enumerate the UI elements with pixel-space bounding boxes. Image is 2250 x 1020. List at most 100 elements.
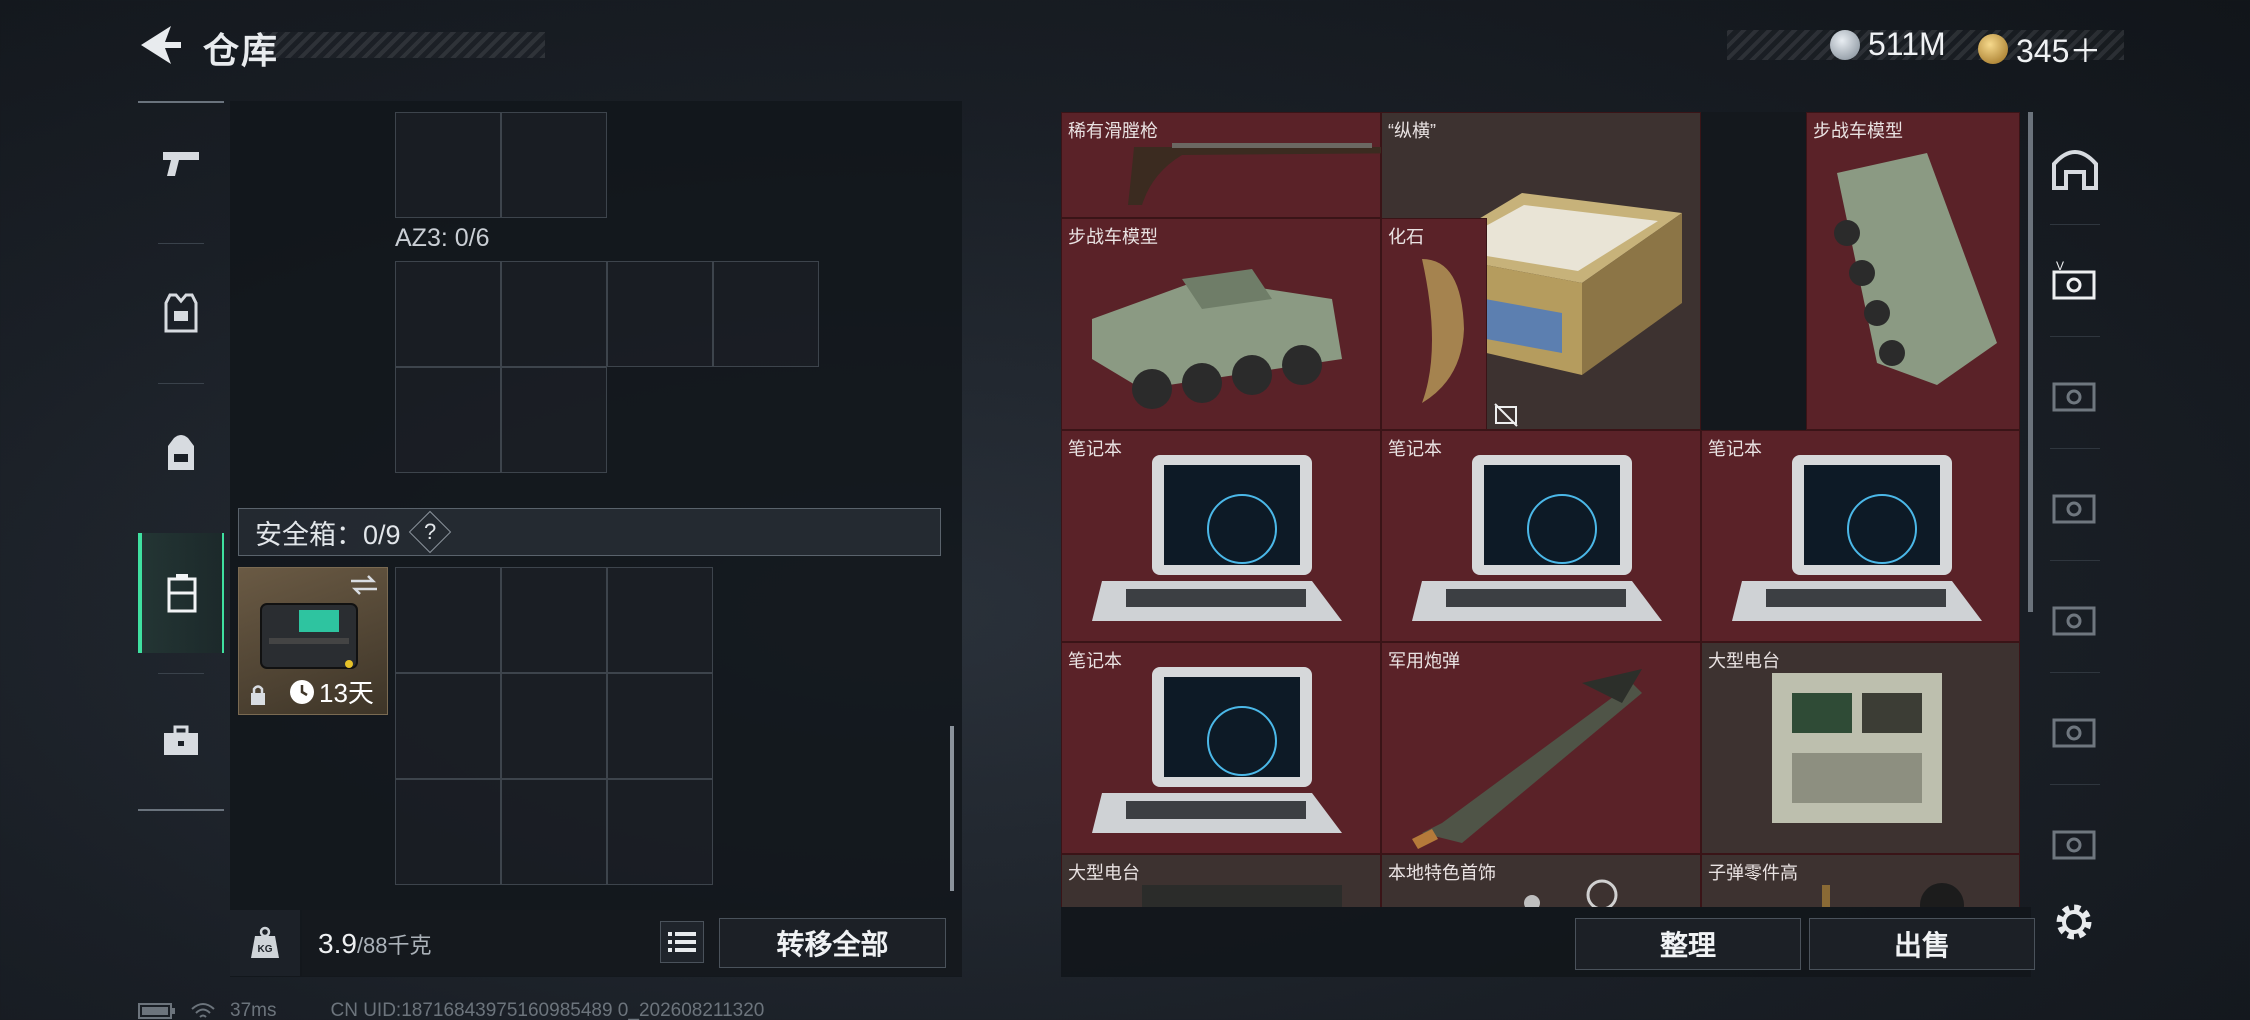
loadout-scrollbar[interactable] [950,726,954,891]
back-button[interactable] [135,22,185,68]
stash-tab-1[interactable]: V [2040,224,2110,336]
ping-value: 37ms [230,1000,277,1020]
help-button[interactable]: ? [408,510,451,554]
safebox-capacity-label: 安全箱：0/9 [255,519,401,550]
safebox-slot[interactable] [395,567,501,673]
stash-item[interactable]: 大型电台 [1701,642,2020,854]
stash-item[interactable]: 子弹零件高 [1701,854,2020,907]
gold-coin-icon [1978,34,2008,64]
clock-icon [290,679,314,704]
az3-slot[interactable] [501,261,607,367]
grid-slot[interactable] [395,112,501,218]
safebox-icon [167,574,197,613]
stash-item[interactable]: 步战车模型 [1806,112,2020,430]
grid-slot[interactable] [501,112,607,218]
currency-gold[interactable]: 345＋ [1978,26,2101,72]
stash-box-icon [2052,606,2096,636]
list-view-button[interactable] [660,921,704,963]
stash-item[interactable]: 大型电台 [1061,854,1381,907]
battery-icon [138,1003,175,1019]
stash-item[interactable]: 稀有滑膛枪 [1061,112,1382,218]
stash-scrollbar[interactable] [2028,112,2033,612]
weight-lock-button[interactable]: KG [230,910,300,976]
safebox-slot[interactable] [607,673,713,779]
settings-button[interactable] [2050,898,2098,946]
weight-icon: KG [251,926,279,958]
fossil-image [1422,259,1464,403]
stash-box-icon [2052,494,2096,524]
az3-slot[interactable] [395,261,501,367]
stash-tab-3[interactable] [2040,448,2110,560]
az3-slot[interactable] [607,261,713,367]
radio-station-image [1772,673,1942,823]
hafcoin-icon [1830,29,1860,60]
rail-item-armor[interactable] [138,253,224,373]
artillery-shell-image [1412,669,1642,849]
gold-coin-value: 345＋ [2016,33,2102,69]
swap-icon[interactable] [349,574,379,596]
stash-tab-4[interactable] [2040,560,2110,672]
status-bar: 37ms CN UID:18716843975160985489 0_20260… [138,1000,764,1020]
stash-grid: 稀有滑膛枪 “纵横” 步战车模型 步战车模型 化石 笔记本 笔记本 笔记本 笔记… [1061,112,2020,907]
stash-item[interactable]: 笔记本 [1061,642,1381,854]
safebox-slot[interactable] [607,779,713,885]
musket-image [1128,143,1382,205]
gear-icon [2056,904,2092,940]
stash-box-icon [2052,830,2096,860]
stash-box-icon [2052,718,2096,748]
weight-display: 3.9/88千克 [318,928,432,960]
rail-item-weapon[interactable] [138,103,224,223]
rail-item-backpack[interactable] [138,393,224,513]
az3-slot[interactable] [395,367,501,473]
az3-slot[interactable] [713,261,819,367]
safebox-duration: 13天 [319,678,374,708]
safebox-slot[interactable] [501,673,607,779]
stash-item[interactable]: 笔记本 [1061,430,1381,642]
stash-item[interactable]: 笔记本 [1701,430,2020,642]
sort-button[interactable]: 整理 [1575,918,1801,970]
equipped-safebox[interactable]: 13天 [238,567,388,715]
backpack-icon [168,435,194,470]
az3-slot[interactable] [501,367,607,473]
sell-button[interactable]: 出售 [1809,918,2035,970]
pistol-icon [163,152,199,176]
stash-item[interactable]: 步战车模型 [1061,218,1381,430]
laptop-image [1092,455,1342,621]
stash-tab-2[interactable] [2040,336,2110,448]
safebox-slot[interactable] [607,567,713,673]
toolbox-icon [164,725,198,755]
title-decoration [260,32,545,58]
stash-item[interactable]: 军用炮弹 [1381,642,1701,854]
stash-tab-6[interactable] [2040,784,2110,896]
stash-box-icon: V [2052,259,2096,300]
laptop-image [1732,455,1982,621]
stash-item[interactable]: 笔记本 [1381,430,1701,642]
ifv-model-vertical-image [1834,153,1997,385]
laptop-image [1412,455,1662,621]
page-title: 仓库 [203,30,280,71]
hafcoin-value: 511M [1868,26,1946,62]
stash-item[interactable]: 本地特色首饰 [1381,854,1701,907]
svg-text:V: V [2056,259,2064,273]
lock-icon [251,685,265,705]
transfer-all-button[interactable]: 转移全部 [719,918,946,968]
safebox-header: 安全箱：0/9 ? [238,508,941,556]
safebox-slot[interactable] [501,567,607,673]
rail-item-tools[interactable] [138,681,224,801]
uid-text: CN UID:18716843975160985489 0_2026082113… [330,1000,765,1020]
stash-item[interactable]: 化石 [1381,218,1487,430]
safebox-slot[interactable] [395,673,501,779]
back-arrow-icon [141,26,181,64]
laptop-image [1092,667,1342,833]
currency-hafcoin[interactable]: 511M [1830,26,1946,63]
stash-tab-5[interactable] [2040,672,2110,784]
safebox-slot[interactable] [501,779,607,885]
az3-capacity-label: AZ3: 0/6 [395,224,490,252]
ifv-model-image [1092,269,1342,409]
stash-tab-overview[interactable] [2040,112,2110,224]
bullet-parts-image [1822,883,1964,907]
weight-value: 3.9 [318,928,357,959]
stash-tab-rail: V [2040,112,2110,872]
rail-item-safebox[interactable] [138,533,224,653]
safebox-slot[interactable] [395,779,501,885]
